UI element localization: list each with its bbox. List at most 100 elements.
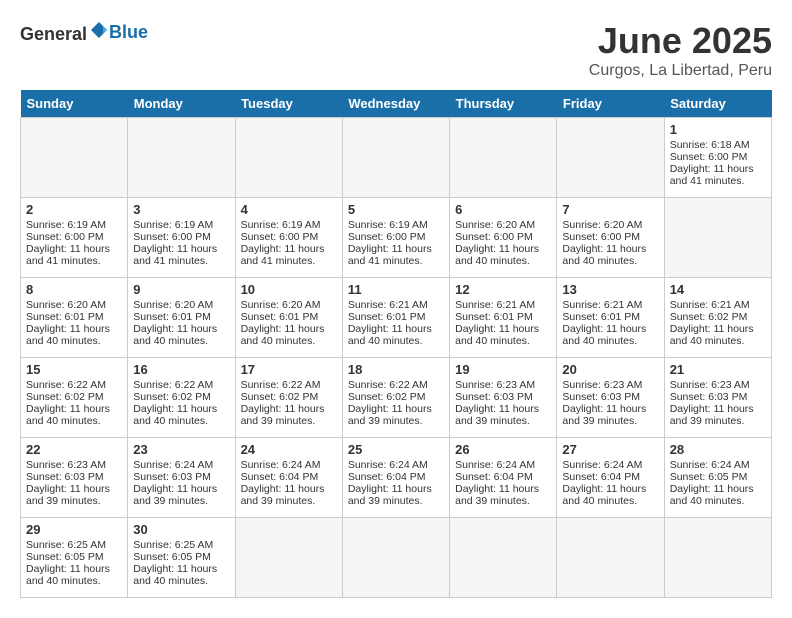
calendar-cell: 21Sunrise: 6:23 AMSunset: 6:03 PMDayligh… bbox=[664, 358, 771, 438]
day-number: 20 bbox=[562, 362, 658, 377]
daylight-text: Daylight: 11 hours and 40 minutes. bbox=[348, 323, 444, 347]
calendar-cell bbox=[342, 118, 449, 198]
sunrise-text: Sunrise: 6:24 AM bbox=[670, 459, 766, 471]
logo-icon bbox=[89, 20, 109, 40]
day-number: 1 bbox=[670, 122, 766, 137]
day-number: 19 bbox=[455, 362, 551, 377]
day-number: 22 bbox=[26, 442, 122, 457]
day-number: 17 bbox=[241, 362, 337, 377]
day-number: 13 bbox=[562, 282, 658, 297]
day-header-monday: Monday bbox=[128, 90, 235, 118]
daylight-text: Daylight: 11 hours and 40 minutes. bbox=[670, 323, 766, 347]
sunrise-text: Sunrise: 6:24 AM bbox=[455, 459, 551, 471]
day-number: 29 bbox=[26, 522, 122, 537]
calendar-cell: 13Sunrise: 6:21 AMSunset: 6:01 PMDayligh… bbox=[557, 278, 664, 358]
day-number: 25 bbox=[348, 442, 444, 457]
daylight-text: Daylight: 11 hours and 40 minutes. bbox=[562, 243, 658, 267]
sunset-text: Sunset: 6:04 PM bbox=[455, 471, 551, 483]
sunset-text: Sunset: 6:00 PM bbox=[455, 231, 551, 243]
page-header: General Blue June 2025 Curgos, La Libert… bbox=[20, 20, 772, 80]
calendar-cell: 1 Sunrise: 6:18 AMSunset: 6:00 PMDaylight… bbox=[664, 118, 771, 198]
sunrise-text: Sunrise: 6:23 AM bbox=[26, 459, 122, 471]
day-header-friday: Friday bbox=[557, 90, 664, 118]
sunrise-text: Sunrise: 6:21 AM bbox=[455, 299, 551, 311]
week-row-1: 2Sunrise: 6:19 AMSunset: 6:00 PMDaylight… bbox=[21, 198, 772, 278]
day-number: 14 bbox=[670, 282, 766, 297]
calendar-title: June 2025 bbox=[589, 20, 772, 62]
daylight-text: Daylight: 11 hours and 39 minutes. bbox=[133, 483, 229, 507]
sunset-text: Sunset: 6:02 PM bbox=[670, 311, 766, 323]
sunrise-text: Sunrise: 6:21 AM bbox=[562, 299, 658, 311]
sunset-text: Sunset: 6:01 PM bbox=[455, 311, 551, 323]
sunset-text: Sunset: 6:00 PM bbox=[26, 231, 122, 243]
daylight-text: Daylight: 11 hours and 39 minutes. bbox=[670, 403, 766, 427]
calendar-cell: 6Sunrise: 6:20 AMSunset: 6:00 PMDaylight… bbox=[450, 198, 557, 278]
calendar-cell bbox=[235, 118, 342, 198]
day-number: 30 bbox=[133, 522, 229, 537]
sunrise-text: Sunrise: 6:20 AM bbox=[133, 299, 229, 311]
day-number: 8 bbox=[26, 282, 122, 297]
sunrise-text: Sunrise: 6:23 AM bbox=[562, 379, 658, 391]
calendar-cell: 28Sunrise: 6:24 AMSunset: 6:05 PMDayligh… bbox=[664, 438, 771, 518]
calendar-cell: 2 Sunrise: 6:19 AMSunset: 6:00 PMDaylight… bbox=[21, 198, 128, 278]
sunrise-text: Sunrise: 6:25 AM bbox=[133, 539, 229, 551]
sunset-text: Sunset: 6:02 PM bbox=[26, 391, 122, 403]
daylight-text: Daylight: 11 hours and 40 minutes. bbox=[455, 323, 551, 347]
sunrise-text: Sunrise: 6:18 AM bbox=[670, 139, 766, 151]
day-number: 15 bbox=[26, 362, 122, 377]
day-number: 6 bbox=[455, 202, 551, 217]
day-header-tuesday: Tuesday bbox=[235, 90, 342, 118]
sunrise-text: Sunrise: 6:22 AM bbox=[133, 379, 229, 391]
sunset-text: Sunset: 6:00 PM bbox=[133, 231, 229, 243]
daylight-text: Daylight: 11 hours and 39 minutes. bbox=[241, 403, 337, 427]
sunrise-text: Sunrise: 6:23 AM bbox=[670, 379, 766, 391]
daylight-text: Daylight: 11 hours and 41 minutes. bbox=[670, 163, 766, 187]
sunrise-text: Sunrise: 6:22 AM bbox=[348, 379, 444, 391]
sunrise-text: Sunrise: 6:19 AM bbox=[241, 219, 337, 231]
calendar-cell bbox=[450, 118, 557, 198]
sunset-text: Sunset: 6:04 PM bbox=[348, 471, 444, 483]
daylight-text: Daylight: 11 hours and 40 minutes. bbox=[562, 323, 658, 347]
calendar-cell: 22Sunrise: 6:23 AMSunset: 6:03 PMDayligh… bbox=[21, 438, 128, 518]
calendar-cell bbox=[664, 518, 771, 598]
sunset-text: Sunset: 6:05 PM bbox=[670, 471, 766, 483]
sunset-text: Sunset: 6:03 PM bbox=[562, 391, 658, 403]
calendar-cell: 27Sunrise: 6:24 AMSunset: 6:04 PMDayligh… bbox=[557, 438, 664, 518]
calendar-cell: 11Sunrise: 6:21 AMSunset: 6:01 PMDayligh… bbox=[342, 278, 449, 358]
day-number: 9 bbox=[133, 282, 229, 297]
sunset-text: Sunset: 6:01 PM bbox=[133, 311, 229, 323]
logo-general: General bbox=[20, 24, 87, 44]
day-number: 10 bbox=[241, 282, 337, 297]
calendar-cell: 25Sunrise: 6:24 AMSunset: 6:04 PMDayligh… bbox=[342, 438, 449, 518]
calendar-cell: 16Sunrise: 6:22 AMSunset: 6:02 PMDayligh… bbox=[128, 358, 235, 438]
calendar-cell: 23Sunrise: 6:24 AMSunset: 6:03 PMDayligh… bbox=[128, 438, 235, 518]
sunset-text: Sunset: 6:04 PM bbox=[562, 471, 658, 483]
daylight-text: Daylight: 11 hours and 41 minutes. bbox=[26, 243, 122, 267]
calendar-cell: 8Sunrise: 6:20 AMSunset: 6:01 PMDaylight… bbox=[21, 278, 128, 358]
daylight-text: Daylight: 11 hours and 41 minutes. bbox=[241, 243, 337, 267]
day-number: 2 bbox=[26, 202, 122, 217]
calendar-cell bbox=[235, 518, 342, 598]
calendar-cell: 15 Sunrise: 6:22 AMSunset: 6:02 PMDayligh… bbox=[21, 358, 128, 438]
calendar-cell bbox=[664, 198, 771, 278]
sunrise-text: Sunrise: 6:24 AM bbox=[562, 459, 658, 471]
daylight-text: Daylight: 11 hours and 40 minutes. bbox=[133, 403, 229, 427]
day-header-thursday: Thursday bbox=[450, 90, 557, 118]
day-number: 7 bbox=[562, 202, 658, 217]
calendar-cell bbox=[557, 518, 664, 598]
sunset-text: Sunset: 6:05 PM bbox=[26, 551, 122, 563]
sunrise-text: Sunrise: 6:19 AM bbox=[133, 219, 229, 231]
sunset-text: Sunset: 6:03 PM bbox=[133, 471, 229, 483]
sunrise-text: Sunrise: 6:24 AM bbox=[348, 459, 444, 471]
calendar-cell: 19Sunrise: 6:23 AMSunset: 6:03 PMDayligh… bbox=[450, 358, 557, 438]
calendar-cell: 26Sunrise: 6:24 AMSunset: 6:04 PMDayligh… bbox=[450, 438, 557, 518]
daylight-text: Daylight: 11 hours and 39 minutes. bbox=[26, 483, 122, 507]
sunrise-text: Sunrise: 6:19 AM bbox=[26, 219, 122, 231]
sunrise-text: Sunrise: 6:23 AM bbox=[455, 379, 551, 391]
sunrise-text: Sunrise: 6:22 AM bbox=[26, 379, 122, 391]
day-number: 21 bbox=[670, 362, 766, 377]
day-number: 5 bbox=[348, 202, 444, 217]
title-section: June 2025 Curgos, La Libertad, Peru bbox=[589, 20, 772, 80]
daylight-text: Daylight: 11 hours and 40 minutes. bbox=[26, 403, 122, 427]
sunset-text: Sunset: 6:00 PM bbox=[670, 151, 766, 163]
